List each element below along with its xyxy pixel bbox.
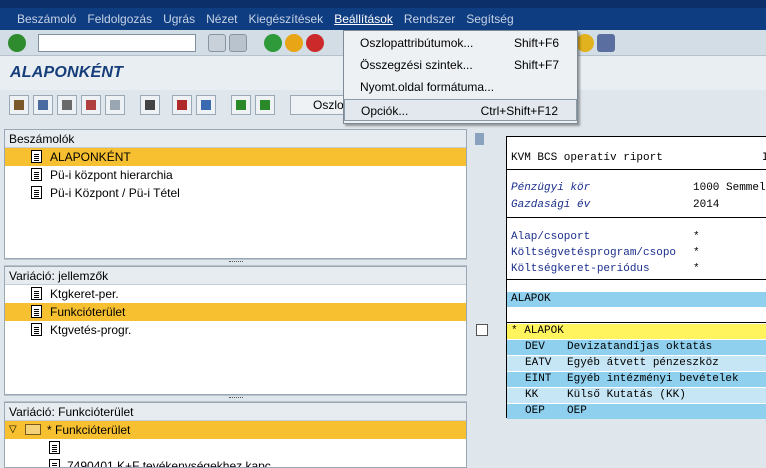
report-row[interactable]: KK Külső Kutatás (KK) — [507, 388, 766, 403]
sort-up-icon[interactable] — [231, 95, 251, 115]
report-title: KVM BCS operatív riport — [511, 152, 663, 164]
alapok-label: ALAPOK — [511, 293, 551, 305]
report-divider — [507, 169, 766, 170]
alapok-band: ALAPOK — [507, 292, 766, 307]
report-item[interactable]: Pü-i Központ / Pü-i Tétel — [5, 184, 466, 202]
collapse-arrow-icon[interactable]: ▽ — [9, 421, 17, 439]
document-icon — [31, 323, 42, 336]
report-output: KVM BCS operatív riport I Pénzügyi kör 1… — [506, 136, 766, 419]
header-value: 1000 Semmel — [693, 182, 766, 194]
menu-item-print-format[interactable]: Nyomt.oldal formátuma... — [344, 76, 577, 98]
reports-header: Beszámolók — [5, 130, 466, 148]
sort-down-icon[interactable] — [255, 95, 275, 115]
selection-value: * — [693, 247, 700, 259]
settings-dropdown-menu: Oszlopattribútumok... Shift+F6 Összegzés… — [343, 30, 578, 124]
variation-characteristics-panel: Variáció: jellemzők Ktgkeret-per. Funkci… — [4, 266, 467, 395]
menu-item-column-attributes[interactable]: Oszlopattribútumok... Shift+F6 — [344, 32, 577, 54]
exit-icon[interactable] — [285, 34, 303, 52]
help-icon[interactable] — [576, 34, 594, 52]
tree-item[interactable]: 7490401 K+F tevékenységekhez kapc — [5, 457, 466, 467]
menu-nezet[interactable]: Nézet — [205, 8, 238, 30]
save-icon[interactable] — [229, 34, 247, 52]
page-title: ALAPONKÉNT — [10, 64, 124, 81]
column-button[interactable]: Oszlo — [290, 95, 344, 115]
selection-label: Költségkeret-periódus — [511, 263, 650, 275]
header-label: Pénzügyi kör — [511, 182, 591, 194]
layout-icon[interactable] — [597, 34, 615, 52]
menu-bar: Beszámoló Feldolgozás Ugrás Nézet Kiegés… — [0, 8, 766, 30]
scroll-marker — [475, 133, 484, 145]
menu-beallitasok[interactable]: Beállítások — [333, 8, 394, 30]
document-icon — [31, 186, 42, 199]
variation-function-header: Variáció: Funkcióterület — [5, 403, 466, 421]
alapok-total-label: * ALAPOK — [511, 325, 564, 337]
back-arrow-icon[interactable] — [208, 34, 226, 52]
document-icon — [49, 441, 60, 454]
cancel-icon[interactable] — [306, 34, 324, 52]
report-title-right: I — [762, 152, 766, 164]
menu-segitseg[interactable]: Segítség — [465, 8, 514, 30]
tree-item[interactable] — [5, 439, 466, 457]
enter-check-icon[interactable] — [8, 34, 26, 52]
menu-feldolgozas[interactable]: Feldolgozás — [86, 8, 153, 30]
command-field[interactable] — [38, 34, 196, 52]
tree-icon[interactable] — [9, 95, 29, 115]
report-divider — [507, 279, 766, 280]
report-row[interactable]: DEV Devizatandíjas oktatás — [507, 340, 766, 355]
info-icon[interactable] — [105, 95, 125, 115]
menu-ugras[interactable]: Ugrás — [162, 8, 196, 30]
select-icon[interactable] — [172, 95, 192, 115]
menu-kiegeszitesek[interactable]: Kiegészítések — [247, 8, 324, 30]
menu-rendszer[interactable]: Rendszer — [403, 8, 456, 30]
page-break-icon — [476, 324, 488, 336]
selection-value: * — [693, 263, 700, 275]
variation-function-panel: Variáció: Funkcióterület ▽ * Funkcióterü… — [4, 402, 467, 468]
folder-icon — [25, 424, 41, 435]
splitter-handle[interactable] — [4, 259, 467, 266]
report-divider — [507, 217, 766, 218]
hierarchy-icon[interactable] — [57, 95, 77, 115]
document-icon — [31, 168, 42, 181]
filter-icon[interactable] — [140, 95, 160, 115]
splitter-handle[interactable] — [4, 395, 467, 402]
characteristic-item[interactable]: Ktgvetés-progr. — [5, 321, 466, 339]
report-row[interactable]: EATV Egyéb átvett pénzeszköz — [507, 356, 766, 371]
table-icon[interactable] — [81, 95, 101, 115]
config-icon[interactable] — [33, 95, 53, 115]
column-button-label: Oszlo — [313, 98, 344, 112]
back-icon[interactable] — [264, 34, 282, 52]
report-row[interactable]: OEP OEP — [507, 404, 766, 419]
window-title-strip — [0, 0, 766, 8]
document-icon — [31, 287, 42, 300]
report-row[interactable]: EINT Egyéb intézményi bevételek — [507, 372, 766, 387]
tree-node[interactable]: ▽ * Funkcióterület — [5, 421, 466, 439]
header-label: Gazdasági év — [511, 199, 591, 211]
selection-label: Alap/csoport — [511, 231, 591, 243]
report-item[interactable]: ALAPONKÉNT — [5, 148, 466, 166]
selection-label: Költségvetésprogram/csopo — [511, 247, 677, 259]
characteristic-item[interactable]: Funkcióterület — [5, 303, 466, 321]
menu-item-summary-levels[interactable]: Összegzési szintek... Shift+F7 — [344, 54, 577, 76]
selection-value: * — [693, 231, 700, 243]
menu-beszamolo[interactable]: Beszámoló — [16, 8, 77, 30]
alapok-total-band: * ALAPOK — [507, 324, 766, 339]
variation-header: Variáció: jellemzők — [5, 267, 466, 285]
characteristic-item[interactable]: Ktgkeret-per. — [5, 285, 466, 303]
reports-panel: Beszámolók ALAPONKÉNT Pü-i központ hiera… — [4, 129, 467, 259]
report-item[interactable]: Pü-i központ hierarchia — [5, 166, 466, 184]
report-divider — [507, 322, 766, 323]
menu-item-options[interactable]: Opciók... Ctrl+Shift+F12 — [344, 99, 577, 121]
header-value: 2014 — [693, 199, 720, 211]
columns-icon[interactable] — [196, 95, 216, 115]
document-icon — [31, 305, 42, 318]
document-icon — [49, 459, 60, 467]
document-icon — [31, 150, 42, 163]
